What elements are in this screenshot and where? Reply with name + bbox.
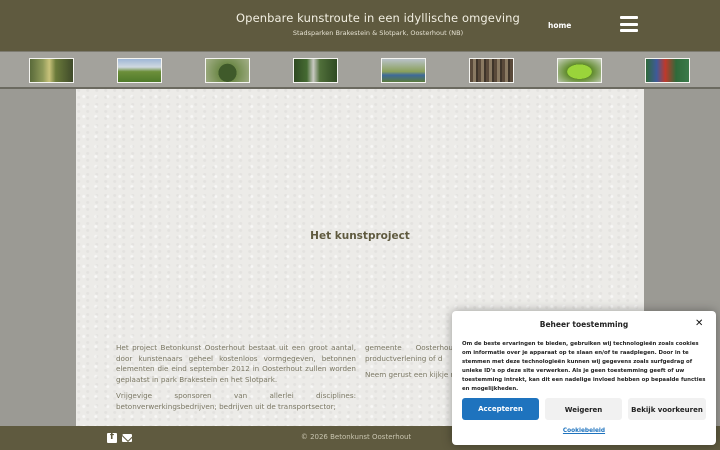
gallery-thumbnail[interactable] <box>645 58 690 83</box>
hamburger-menu-icon[interactable] <box>620 16 638 32</box>
mail-icon[interactable] <box>122 434 132 442</box>
site-subtitle: Stadsparken Brakestein & Slotpark, Ooste… <box>292 29 464 37</box>
view-preferences-button[interactable]: Bekijk voorkeuren <box>628 398 706 420</box>
copyright-text: © 2026 Betonkunst Oosterhout <box>300 433 412 441</box>
sponsors-paragraph: Vrijgevige sponsoren van allerlei discip… <box>116 391 356 411</box>
content-left-column: Het project Betonkunst Oosterhout bestaa… <box>116 343 356 418</box>
cookie-dialog-text: Om de beste ervaringen te bieden, gebrui… <box>462 341 706 392</box>
gallery-thumbnail[interactable] <box>29 58 74 83</box>
gallery-thumbnail[interactable] <box>117 58 162 83</box>
cookie-dialog-title: Beheer toestemming <box>539 320 629 329</box>
site-title[interactable]: Openbare kunstroute in een idyllische om… <box>228 11 528 25</box>
cookie-policy-link[interactable]: Cookiebeleid <box>452 428 716 434</box>
reject-button[interactable]: Weigeren <box>545 398 622 420</box>
gallery-thumbnail[interactable] <box>469 58 514 83</box>
facebook-icon[interactable] <box>107 432 117 443</box>
thumbnail-strip <box>0 51 720 89</box>
background-texture-left <box>0 89 76 426</box>
intro-paragraph: Het project Betonkunst Oosterhout bestaa… <box>116 343 356 384</box>
gallery-thumbnail[interactable] <box>293 58 338 83</box>
gallery-thumbnail[interactable] <box>381 58 426 83</box>
accept-button[interactable]: Accepteren <box>462 398 539 420</box>
nav-home-link[interactable]: home <box>548 21 571 30</box>
site-header: Openbare kunstroute in een idyllische om… <box>0 0 720 51</box>
gallery-thumbnail[interactable] <box>205 58 250 83</box>
section-title: Het kunstproject <box>310 230 410 242</box>
gallery-thumbnail[interactable] <box>557 58 602 83</box>
cookie-consent-dialog: Beheer toestemming ✕ Om de beste ervarin… <box>452 311 716 445</box>
close-icon[interactable]: ✕ <box>695 319 705 329</box>
